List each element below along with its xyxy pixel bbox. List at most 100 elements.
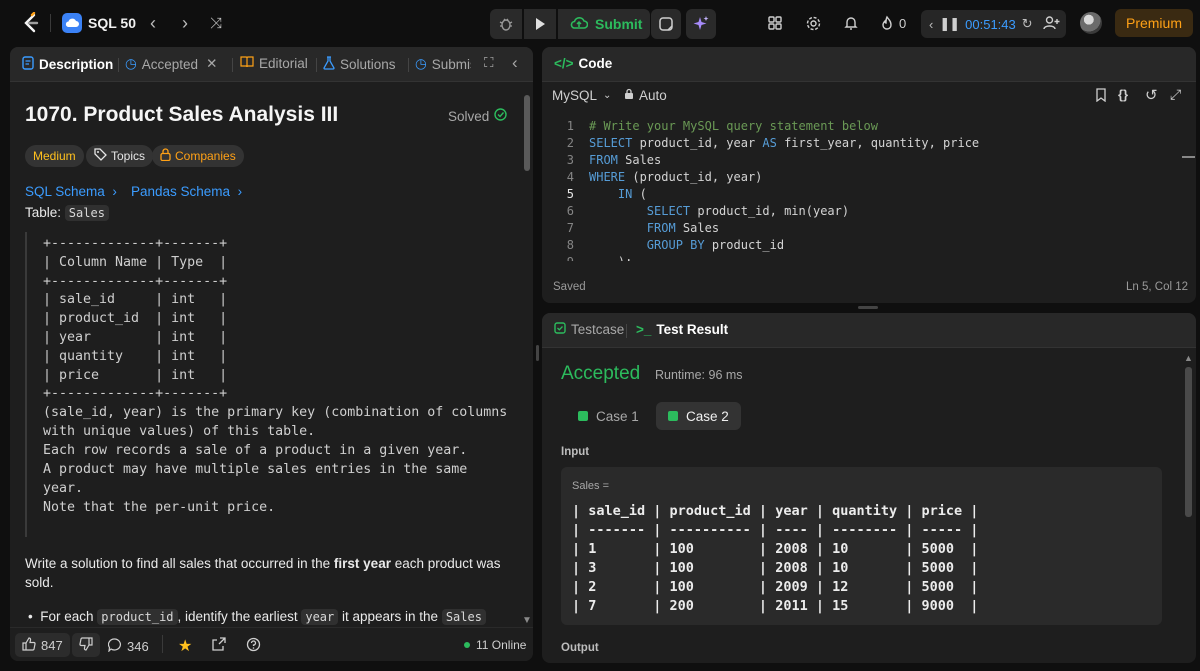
sql-schema-link[interactable]: SQL Schema › — [25, 184, 117, 199]
prev-problem-chevron-icon[interactable]: ‹ — [142, 12, 164, 34]
scrollbar[interactable] — [524, 95, 530, 171]
line-number: 1 — [566, 119, 574, 133]
premium-button[interactable]: Premium — [1115, 9, 1193, 37]
favorite-star-icon[interactable]: ★ — [178, 636, 192, 656]
note-icon[interactable] — [651, 9, 681, 39]
reset-code-icon[interactable]: ↺ — [1145, 86, 1158, 104]
check-icon — [578, 411, 588, 421]
pandas-schema-link[interactable]: Pandas Schema › — [131, 184, 242, 199]
schema-line: Each row records a sale of a product in … — [43, 443, 468, 458]
dislike-button[interactable] — [72, 633, 100, 657]
run-play-icon[interactable] — [524, 9, 556, 39]
input-table-row: | 3 | 100 | 2008 | 10 | 5000 | — [572, 560, 979, 576]
tab-divider — [316, 58, 317, 72]
scroll-down-icon[interactable]: ▼ — [522, 615, 532, 626]
code-panel: </> Code MySQL ⌄ Auto {} ↺ ⤢ 1 # Write you… — [542, 47, 1196, 303]
add-friend-icon[interactable] — [1041, 13, 1061, 33]
tab-label: Editorial — [259, 56, 308, 71]
topics-chip[interactable]: Topics — [86, 145, 154, 167]
companies-label: Companies — [175, 149, 236, 163]
chevron-right-icon: › — [237, 184, 243, 199]
schema-line: (sale_id, year) is the primary key (comb… — [43, 405, 508, 420]
debug-bug-icon[interactable] — [490, 9, 522, 39]
code-line: WHERE (product_id, year) — [589, 170, 763, 184]
pause-icon[interactable]: ❚❚ — [939, 16, 960, 32]
code-editor[interactable]: 1 # Write your MySQL query statement belo… — [542, 119, 1182, 261]
like-button[interactable]: 847 — [15, 633, 70, 657]
schema-line: +-------------+-------+ — [43, 274, 228, 289]
case-2-tab[interactable]: Case 2 — [656, 402, 741, 430]
input-var-label: Sales = — [572, 480, 609, 492]
format-braces-icon[interactable]: {} — [1118, 87, 1128, 102]
share-icon[interactable] — [212, 637, 226, 654]
maximize-icon[interactable]: ⛶ — [484, 55, 493, 71]
online-count: 11 Online — [464, 638, 526, 652]
minimap-marker — [1182, 156, 1195, 158]
tab-accepted[interactable]: ◷ Accepted ✕ — [125, 56, 217, 72]
problem-list-title[interactable]: SQL 50 — [88, 15, 136, 31]
online-dot-icon — [464, 642, 470, 648]
comment-count: 346 — [127, 639, 149, 654]
like-count: 847 — [41, 637, 63, 653]
line-number: 6 — [566, 204, 574, 218]
scroll-up-icon[interactable]: ▲ — [1184, 353, 1193, 363]
avatar[interactable] — [1080, 12, 1102, 34]
tab-label: Submis — [431, 56, 471, 72]
tab-divider — [232, 58, 233, 72]
description-tab-bar: Description ◷ Accepted ✕ Editorial Solut… — [10, 47, 533, 82]
line-number: 8 — [566, 238, 574, 252]
submit-button[interactable]: Submit — [558, 9, 650, 39]
timer-collapse-chevron-icon[interactable]: ‹ — [929, 17, 933, 32]
streak-count: 0 — [899, 16, 907, 31]
help-icon[interactable] — [246, 637, 261, 655]
scrollbar[interactable] — [1185, 367, 1192, 517]
comment-icon — [107, 638, 122, 655]
auto-mode[interactable]: Auto — [624, 88, 667, 103]
verdict-label: Accepted — [561, 363, 641, 384]
reset-icon[interactable]: ↻ — [1022, 16, 1033, 32]
difficulty-badge: Medium — [25, 145, 84, 167]
layout-grid-icon[interactable] — [765, 13, 785, 33]
horizontal-resize-handle[interactable] — [858, 306, 878, 309]
next-problem-chevron-icon[interactable]: › — [174, 12, 196, 34]
vertical-resize-handle[interactable] — [536, 345, 539, 361]
solved-label: Solved — [448, 108, 490, 124]
flask-icon — [323, 56, 335, 73]
shuffle-icon[interactable]: ⤨ — [205, 12, 227, 34]
tab-solutions[interactable]: Solutions — [323, 56, 396, 73]
language-select[interactable]: MySQL ⌄ — [552, 88, 611, 103]
collapse-chevron-icon[interactable]: ‹ — [512, 53, 518, 73]
tab-divider — [408, 58, 409, 72]
code-line: FROM Sales — [646, 221, 720, 235]
tab-description[interactable]: Description — [22, 56, 113, 73]
tab-editorial[interactable]: Editorial — [240, 56, 308, 71]
tab-submissions[interactable]: ◷ Submis — [415, 56, 471, 72]
tab-divider — [118, 58, 119, 72]
leetcode-logo-icon[interactable] — [20, 11, 42, 34]
history-icon: ◷ — [415, 56, 427, 71]
chevron-down-icon: ⌄ — [603, 90, 612, 101]
streak-fire-icon[interactable] — [877, 13, 897, 33]
lock-icon — [624, 88, 634, 103]
comments-button[interactable]: 346 — [107, 638, 149, 655]
notification-bell-icon[interactable] — [841, 13, 861, 33]
bookmark-icon[interactable] — [1095, 88, 1107, 105]
line-number: 5 — [566, 187, 574, 201]
tab-label: Description — [39, 57, 114, 72]
code-tab-bar: </> Code — [542, 47, 1196, 82]
ai-sparkle-icon[interactable] — [686, 9, 716, 39]
problem-statement: Write a solution to find all sales that … — [25, 556, 501, 590]
terminal-icon: >_ — [636, 322, 652, 337]
tab-code[interactable]: </> Code — [554, 56, 612, 71]
cloud-upload-icon — [570, 16, 589, 33]
tab-label: Accepted — [141, 56, 199, 72]
tab-testcase[interactable]: Testcase — [554, 322, 624, 337]
tab-test-result[interactable]: >_ Test Result — [636, 322, 728, 337]
case-1-tab[interactable]: Case 1 — [566, 402, 651, 430]
expand-icon[interactable]: ⤢ — [1170, 86, 1181, 103]
schema-line: | sale_id | int | — [43, 292, 228, 307]
settings-gear-icon[interactable] — [803, 13, 823, 33]
close-icon[interactable]: ✕ — [206, 56, 217, 72]
companies-chip[interactable]: Companies — [152, 145, 244, 167]
check-icon — [668, 411, 678, 421]
